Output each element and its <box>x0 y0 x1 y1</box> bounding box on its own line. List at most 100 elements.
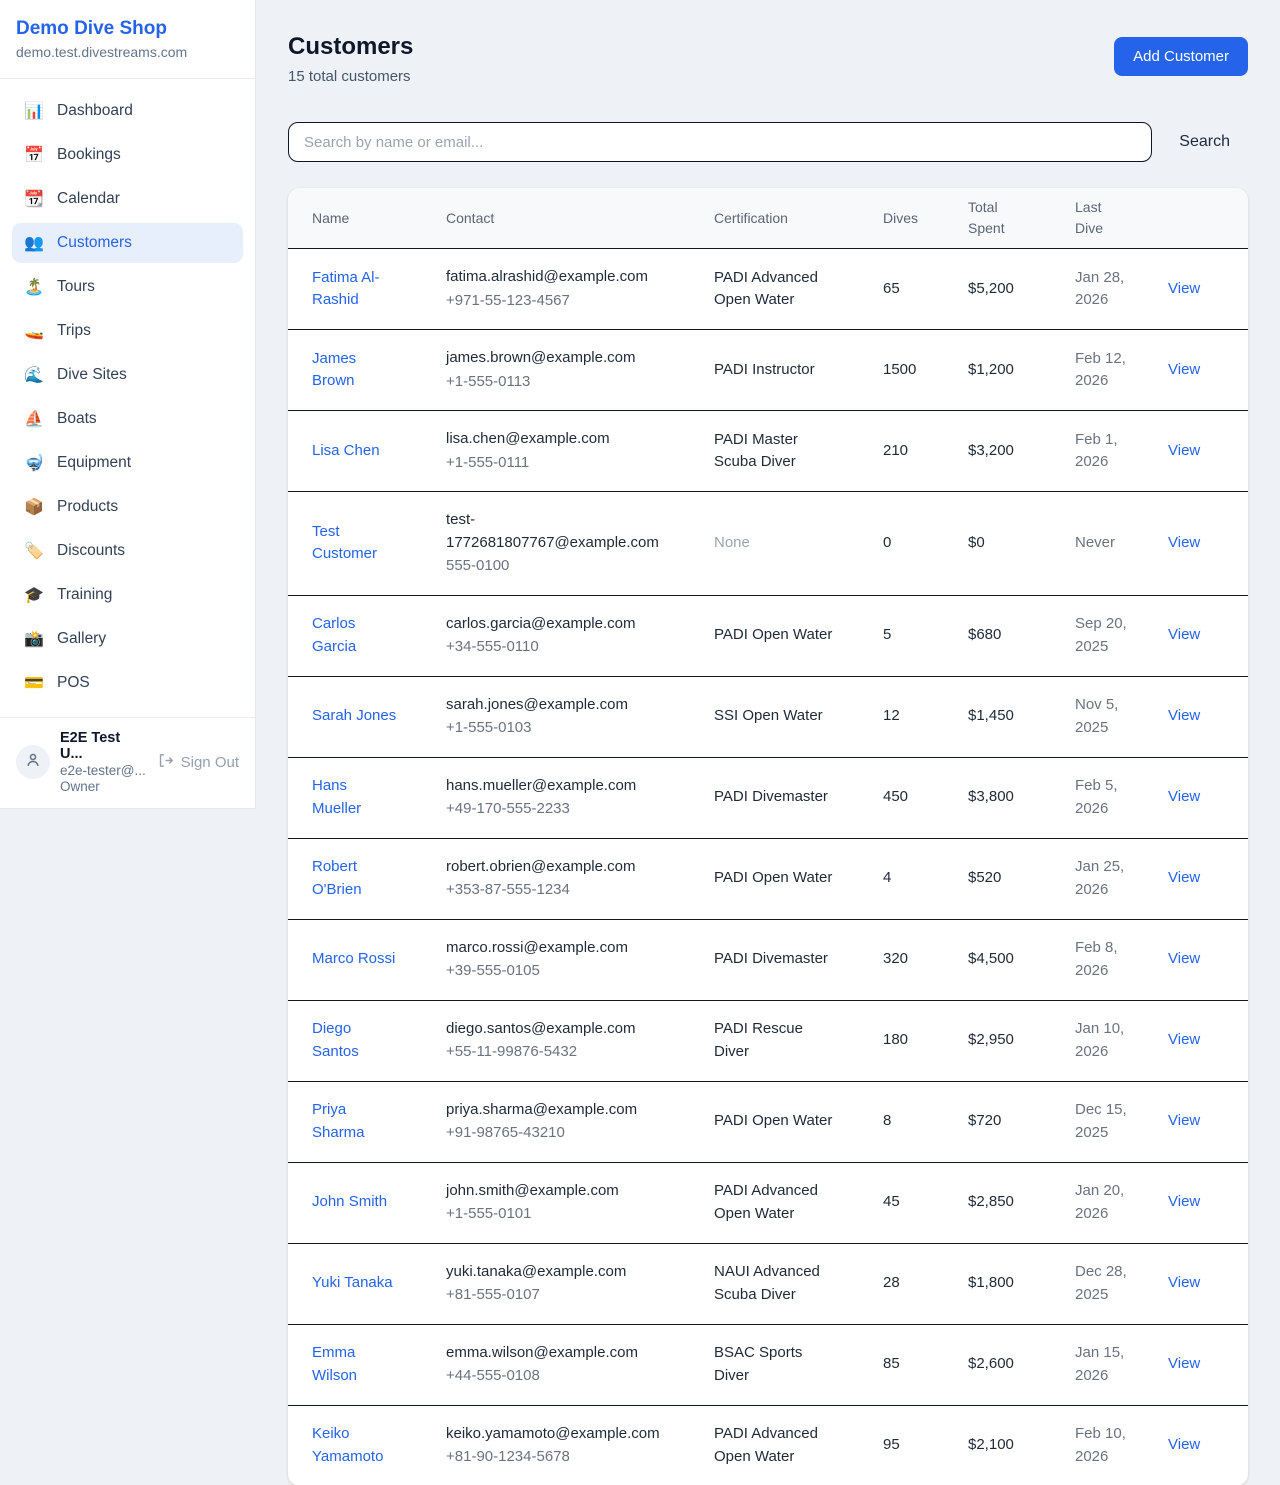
table-row: Test Customer test-1772681807767@example… <box>288 492 1248 596</box>
customer-name-link[interactable]: Lisa Chen <box>312 440 380 463</box>
title-block: Customers 15 total customers <box>288 33 413 85</box>
certification-cell: PADI Master Scuba Diver <box>702 411 871 492</box>
user-email: e2e-tester@... <box>60 763 147 778</box>
customer-name-link[interactable]: Fatima Al-Rashid <box>312 267 398 312</box>
sidebar-item-tours[interactable]: 🏝️ Tours <box>12 267 243 307</box>
sidebar-item-products[interactable]: 📦 Products <box>12 487 243 527</box>
view-link[interactable]: View <box>1168 788 1200 805</box>
certification-cell: PADI Open Water <box>702 1081 871 1162</box>
view-link[interactable]: View <box>1168 1436 1200 1453</box>
wave-icon: 🌊 <box>24 365 44 385</box>
sidebar-item-trips[interactable]: 🚤 Trips <box>12 311 243 351</box>
customer-name-link[interactable]: Sarah Jones <box>312 705 396 728</box>
last-dive-cell: Feb 12, 2026 <box>1063 330 1156 411</box>
column-header: Dives <box>871 188 956 249</box>
sign-out-label: Sign Out <box>181 754 239 771</box>
customer-name-link[interactable]: Test Customer <box>312 521 398 566</box>
sign-out-button[interactable]: Sign Out <box>157 752 239 773</box>
table-row: Sarah Jones sarah.jones@example.com +1-5… <box>288 676 1248 757</box>
customer-name-link[interactable]: Diego Santos <box>312 1018 398 1063</box>
sidebar-nav: 📊 Dashboard 📅 Bookings 📆 Calendar 👥 Cust… <box>0 79 255 717</box>
sidebar-item-equipment[interactable]: 🤿 Equipment <box>12 443 243 483</box>
total-spent-cell: $720 <box>956 1081 1063 1162</box>
customer-name-link[interactable]: John Smith <box>312 1191 387 1214</box>
view-link[interactable]: View <box>1168 1193 1200 1210</box>
sidebar-item-pos[interactable]: 💳 POS <box>12 663 243 703</box>
customer-phone: +39-555-0105 <box>446 960 662 983</box>
contact-cell: james.brown@example.com +1-555-0113 <box>434 330 702 411</box>
customer-phone: +55-11-99876-5432 <box>446 1041 662 1064</box>
customer-name-link[interactable]: Hans Mueller <box>312 775 398 820</box>
certification-cell: None <box>702 492 871 596</box>
total-spent-cell: $3,800 <box>956 757 1063 838</box>
customer-phone: +1-555-0111 <box>446 452 662 475</box>
sidebar-item-bookings[interactable]: 📅 Bookings <box>12 135 243 175</box>
customer-name-link[interactable]: Emma Wilson <box>312 1342 398 1387</box>
view-link[interactable]: View <box>1168 950 1200 967</box>
search-button[interactable]: Search <box>1179 133 1230 151</box>
customer-name-link[interactable]: Priya Sharma <box>312 1099 398 1144</box>
contact-cell: marco.rossi@example.com +39-555-0105 <box>434 919 702 1000</box>
customer-name-link[interactable]: Carlos Garcia <box>312 613 398 658</box>
total-spent-cell: $4,500 <box>956 919 1063 1000</box>
view-link[interactable]: View <box>1168 869 1200 886</box>
last-dive-cell: Feb 5, 2026 <box>1063 757 1156 838</box>
sidebar-item-label: Gallery <box>57 630 106 648</box>
table-row: Robert O'Brien robert.obrien@example.com… <box>288 838 1248 919</box>
sidebar-item-training[interactable]: 🎓 Training <box>12 575 243 615</box>
total-spent-cell: $3,200 <box>956 411 1063 492</box>
sidebar-item-boats[interactable]: ⛵ Boats <box>12 399 243 439</box>
view-link[interactable]: View <box>1168 1031 1200 1048</box>
customer-email: test-1772681807767@example.com <box>446 509 662 554</box>
sidebar-item-customers[interactable]: 👥 Customers <box>12 223 243 263</box>
contact-cell: carlos.garcia@example.com +34-555-0110 <box>434 595 702 676</box>
customer-name-link[interactable]: Keiko Yamamoto <box>312 1423 398 1468</box>
last-dive-cell: Jan 15, 2026 <box>1063 1324 1156 1405</box>
table-row: Diego Santos diego.santos@example.com +5… <box>288 1000 1248 1081</box>
view-link[interactable]: View <box>1168 626 1200 643</box>
dives-cell: 4 <box>871 838 956 919</box>
view-link[interactable]: View <box>1168 1112 1200 1129</box>
view-link[interactable]: View <box>1168 361 1200 378</box>
view-link[interactable]: View <box>1168 707 1200 724</box>
add-customer-button[interactable]: Add Customer <box>1114 37 1248 76</box>
contact-cell: lisa.chen@example.com +1-555-0111 <box>434 411 702 492</box>
total-spent-cell: $2,850 <box>956 1162 1063 1243</box>
search-input[interactable] <box>288 122 1152 162</box>
customer-name-link[interactable]: Marco Rossi <box>312 948 395 971</box>
dives-cell: 65 <box>871 249 956 330</box>
last-dive-cell: Jan 20, 2026 <box>1063 1162 1156 1243</box>
sidebar-item-gallery[interactable]: 📸 Gallery <box>12 619 243 659</box>
view-link[interactable]: View <box>1168 442 1200 459</box>
shop-name: Demo Dive Shop <box>16 18 239 40</box>
view-link[interactable]: View <box>1168 1274 1200 1291</box>
total-spent-cell: $680 <box>956 595 1063 676</box>
last-dive-cell: Jan 28, 2026 <box>1063 249 1156 330</box>
customer-email: john.smith@example.com <box>446 1180 662 1203</box>
view-link[interactable]: View <box>1168 280 1200 297</box>
dives-cell: 5 <box>871 595 956 676</box>
last-dive-cell: Sep 20, 2025 <box>1063 595 1156 676</box>
customer-phone: +1-555-0101 <box>446 1203 662 1226</box>
view-link[interactable]: View <box>1168 534 1200 551</box>
view-link[interactable]: View <box>1168 1355 1200 1372</box>
sidebar-item-dashboard[interactable]: 📊 Dashboard <box>12 91 243 131</box>
customer-name-link[interactable]: James Brown <box>312 348 398 393</box>
customer-email: keiko.yamamoto@example.com <box>446 1423 662 1446</box>
table-row: Marco Rossi marco.rossi@example.com +39-… <box>288 919 1248 1000</box>
table-row: Priya Sharma priya.sharma@example.com +9… <box>288 1081 1248 1162</box>
tag-icon: 🏷️ <box>24 541 44 561</box>
total-spent-cell: $1,800 <box>956 1243 1063 1324</box>
sidebar-item-calendar[interactable]: 📆 Calendar <box>12 179 243 219</box>
certification-cell: PADI Rescue Diver <box>702 1000 871 1081</box>
customer-name-link[interactable]: Yuki Tanaka <box>312 1272 393 1295</box>
person-icon <box>24 751 42 774</box>
sailboat-icon: ⛵ <box>24 409 44 429</box>
sidebar-item-label: Calendar <box>57 190 120 208</box>
customer-name-link[interactable]: Robert O'Brien <box>312 856 398 901</box>
sidebar-item-discounts[interactable]: 🏷️ Discounts <box>12 531 243 571</box>
customer-email: emma.wilson@example.com <box>446 1342 662 1365</box>
certification-cell: PADI Instructor <box>702 330 871 411</box>
sidebar-item-dive-sites[interactable]: 🌊 Dive Sites <box>12 355 243 395</box>
contact-cell: priya.sharma@example.com +91-98765-43210 <box>434 1081 702 1162</box>
